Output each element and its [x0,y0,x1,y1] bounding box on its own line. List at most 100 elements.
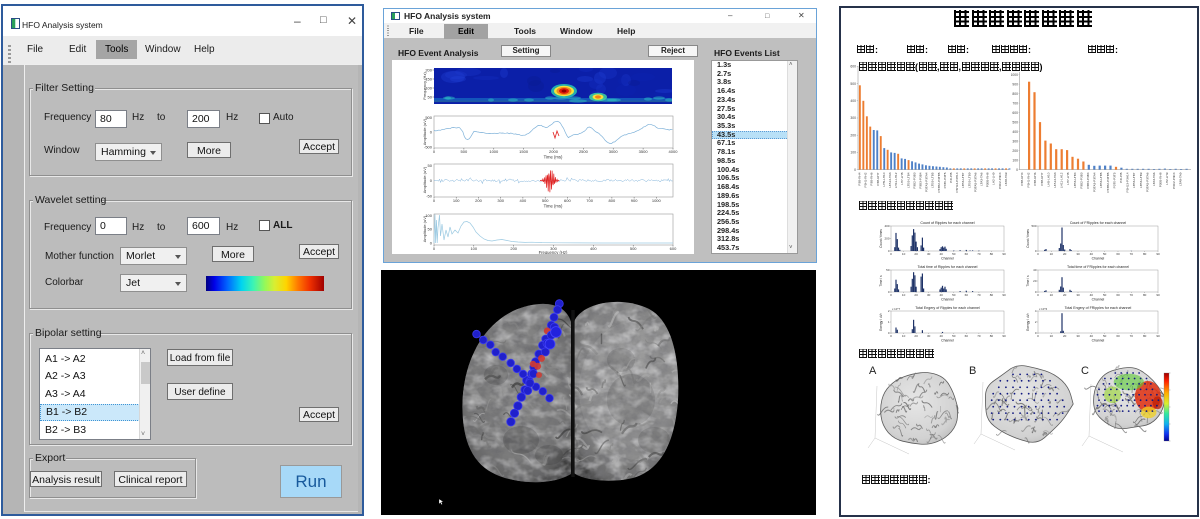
svg-text:400: 400 [520,198,527,203]
svg-text:P3TA5-P3TA6: P3TA5-P3TA6 [1145,172,1149,192]
svg-text:LTA3-TA6: LTA3-TA6 [980,172,984,186]
svg-text:Time / s: Time / s [1026,275,1030,287]
svg-text:30: 30 [927,334,931,338]
svg-text:1: 1 [888,320,890,324]
svg-text:100: 100 [850,151,856,155]
svg-text:Amplitude (uV): Amplitude (uV) [422,118,427,145]
svg-text:800: 800 [1012,92,1018,96]
svg-text:1000: 1000 [1011,73,1018,77]
svg-text:500: 500 [542,198,549,203]
svg-text:LH11-LH12: LH11-LH12 [894,172,898,188]
svg-text:Amplitude (uV): Amplitude (uV) [422,166,427,193]
svg-text:90: 90 [1156,293,1160,297]
svg-text:900: 900 [1012,82,1018,86]
svg-text:x 10^6: x 10^6 [1039,307,1048,311]
svg-text:P3T0-P3T5: P3T0-P3T5 [1112,172,1116,188]
svg-text:P3B-RH4: P3B-RH4 [1020,172,1024,185]
svg-text:30: 30 [1076,293,1080,297]
svg-text:40: 40 [1090,252,1094,256]
svg-text:50: 50 [428,227,433,232]
svg-text:Total time of Ripples for each: Total time of Ripples for each channel [918,265,978,269]
svg-text:Time (ms): Time (ms) [544,204,563,209]
svg-text:LTA14-TA3: LTA14-TA3 [1053,172,1057,187]
svg-text:40: 40 [1033,268,1037,272]
svg-text:10: 10 [902,252,906,256]
svg-text:200: 200 [510,246,517,251]
svg-text:Channel: Channel [1092,257,1105,261]
svg-text:LTA8-TA9: LTA8-TA9 [1004,172,1008,186]
svg-text:LH2-LH9: LH2-LH9 [992,172,996,185]
svg-text:60: 60 [1116,293,1120,297]
svg-text:50: 50 [1103,334,1107,338]
svg-text:LH2-LH9: LH2-LH9 [1165,172,1169,185]
svg-text:LTB3-LTB9: LTB3-LTB9 [967,172,971,188]
svg-text:0: 0 [430,241,433,246]
svg-text:50: 50 [428,163,433,168]
svg-text:P3TB2-P3TB5: P3TB2-P3TB5 [1106,172,1110,192]
svg-text:10: 10 [1050,334,1054,338]
svg-text:2: 2 [1035,320,1037,324]
svg-text:LTB3-LTB7: LTB3-LTB7 [961,172,965,188]
svg-text:Energy / uV²: Energy / uV² [879,313,883,331]
svg-text:Time (ms): Time (ms) [544,155,563,160]
svg-text:20: 20 [914,334,918,338]
svg-text:P3B-RH4: P3B-RH4 [858,172,862,185]
svg-text:P3B5-RH8: P3B5-RH8 [986,172,990,187]
svg-text:70: 70 [1130,252,1134,256]
svg-text:Count / times: Count / times [879,229,883,248]
svg-text:40: 40 [940,334,944,338]
svg-text:30: 30 [927,252,931,256]
svg-text:200: 200 [850,133,856,137]
svg-text:50: 50 [428,95,433,100]
svg-text:LTB3-LTB5: LTB3-LTB5 [1099,172,1103,188]
svg-text:30: 30 [1076,334,1080,338]
svg-text:90: 90 [1156,334,1160,338]
svg-text:3500: 3500 [639,149,649,154]
svg-text:50: 50 [952,334,956,338]
svg-text:Count of FRipples for each cha: Count of FRipples for each channel [1070,221,1127,225]
svg-text:0: 0 [433,149,436,154]
svg-text:P3B-RH6: P3B-RH6 [870,172,874,185]
svg-text:800: 800 [609,198,616,203]
svg-text:60: 60 [1116,334,1120,338]
svg-text:500: 500 [630,246,637,251]
svg-text:90: 90 [1002,293,1006,297]
svg-text:2000: 2000 [549,149,559,154]
svg-text:40: 40 [1090,334,1094,338]
svg-text:50: 50 [1103,293,1107,297]
svg-text:60: 60 [1116,252,1120,256]
svg-text:20: 20 [914,293,918,297]
svg-text:P3B2-P3B3: P3B2-P3B3 [912,172,916,188]
svg-text:P3B2-P3B3: P3B2-P3B3 [1079,172,1083,188]
svg-text:10: 10 [1050,252,1054,256]
svg-text:C: C [1081,365,1089,377]
svg-text:900: 900 [631,198,638,203]
svg-text:0: 0 [890,334,892,338]
svg-text:20: 20 [1063,334,1067,338]
svg-text:300: 300 [850,116,856,120]
svg-text:80: 80 [990,293,994,297]
svg-text:P3H13-P3H14: P3H13-P3H14 [955,172,959,192]
svg-text:P3H1-RH2: P3H1-RH2 [864,172,868,187]
svg-text:LTA3-TA6: LTA3-TA6 [1152,172,1156,186]
svg-text:10: 10 [1050,293,1054,297]
svg-text:500: 500 [1031,224,1036,228]
svg-text:Total Engery of Ripples for ea: Total Engery of Ripples for each channel [915,306,980,310]
svg-text:2500: 2500 [579,149,589,154]
svg-text:50: 50 [1103,252,1107,256]
svg-text:LTB3-LTB4: LTB3-LTB4 [1073,172,1077,188]
svg-text:600: 600 [564,198,571,203]
svg-text:50: 50 [952,293,956,297]
svg-text:600: 600 [670,246,677,251]
svg-text:4000: 4000 [669,149,679,154]
svg-text:LTB3-LTB7: LTB3-LTB7 [1132,172,1136,188]
svg-text:90: 90 [1002,252,1006,256]
svg-text:LH5-LH10: LH5-LH10 [882,172,886,186]
svg-text:40: 40 [940,293,944,297]
svg-text:0: 0 [433,246,436,251]
svg-text:1000: 1000 [652,198,662,203]
svg-text:500: 500 [461,149,468,154]
svg-text:600: 600 [850,65,856,69]
svg-text:Energy / uV²: Energy / uV² [1026,313,1030,331]
svg-text:x 10^7: x 10^7 [892,307,901,311]
